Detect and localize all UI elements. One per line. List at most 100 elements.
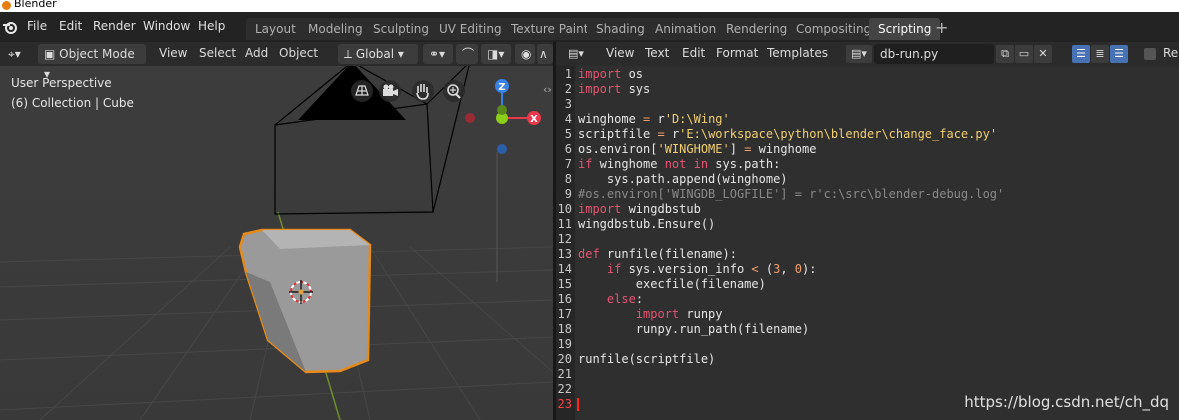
- line-number: 7: [564, 157, 572, 171]
- menu-window[interactable]: Window: [143, 19, 190, 33]
- line-number: 22: [557, 382, 572, 396]
- editor-menu-view[interactable]: View: [606, 46, 634, 60]
- line-number: 8: [564, 172, 572, 186]
- code-line-text: os.environ['WINGHOME'] = winghome: [578, 142, 817, 156]
- zoom-icon[interactable]: [443, 80, 465, 102]
- add-workspace-icon[interactable]: +: [935, 18, 948, 40]
- pivot-icon[interactable]: ⚭▾: [423, 44, 453, 64]
- pan-hand-icon[interactable]: [412, 80, 434, 102]
- code-line-text: import wingdbstub: [578, 202, 701, 216]
- camera-view-icon[interactable]: [379, 80, 401, 102]
- line-number: 12: [557, 232, 572, 246]
- text-cursor: [577, 398, 579, 411]
- line-number: 14: [557, 262, 572, 276]
- code-line-text: if winghome not in sys.path:: [578, 157, 781, 171]
- viewport-menu-select[interactable]: Select: [199, 46, 236, 60]
- line-number: 15: [557, 277, 572, 291]
- blender-logo-icon[interactable]: [2, 19, 18, 35]
- code-line-text: import sys: [578, 82, 651, 96]
- toggle-camera-view-icon[interactable]: [351, 80, 373, 102]
- line-number: 11: [557, 217, 572, 231]
- tab-compositing[interactable]: Compositing: [787, 18, 881, 40]
- menu-help[interactable]: Help: [198, 19, 225, 33]
- tab-texture-paint[interactable]: Texture Paint: [502, 18, 598, 40]
- register-checkbox[interactable]: [1144, 48, 1156, 60]
- code-line-text: scriptfile = r'E:\workspace\python\blend…: [578, 127, 998, 141]
- editor-menu-format[interactable]: Format: [716, 46, 758, 60]
- menu-render[interactable]: Render: [93, 19, 136, 33]
- orientation-icon: ⟂: [344, 47, 356, 61]
- 3d-viewport[interactable]: Z X ⌖▾ ▣ Object Mode ▾ View Select Add O…: [0, 42, 553, 420]
- viewport-menu-object[interactable]: Object: [279, 46, 318, 60]
- window-title: Blender: [14, 0, 57, 10]
- code-line-text: execfile(filename): [578, 277, 766, 291]
- editor-type-icon[interactable]: ⌖▾: [2, 44, 32, 64]
- register-label: Re: [1163, 46, 1179, 60]
- code-line-text: import runpy: [635, 307, 723, 321]
- navigation-gizmo[interactable]: Z X: [465, 79, 541, 154]
- sidebar-toggle-icon[interactable]: ‹›: [543, 83, 552, 96]
- viewport-collection-label: (6) Collection | Cube: [11, 96, 134, 110]
- viewport-header: ⌖▾ ▣ Object Mode ▾ View Select Add Objec…: [0, 42, 553, 81]
- line-number: 13: [557, 247, 572, 261]
- text-browse-icon[interactable]: ▤▾: [846, 45, 872, 63]
- text-filename-field[interactable]: db-run.py: [874, 44, 994, 64]
- tab-shading[interactable]: Shading: [587, 18, 654, 40]
- line-number: 10: [557, 202, 572, 216]
- editor-menu-edit[interactable]: Edit: [682, 46, 705, 60]
- editor-menu-text[interactable]: Text: [645, 46, 669, 60]
- text-editor[interactable]: ▤▾ View Text Edit Format Templates ▤▾ db…: [556, 42, 1179, 420]
- proportional-edit-icon[interactable]: ◉: [515, 44, 535, 64]
- line-number: 5: [564, 127, 572, 141]
- line-number: 17: [557, 307, 572, 321]
- transform-orientation-dropdown[interactable]: ⟂ Global ▾: [338, 44, 418, 64]
- code-line-text: def runfile(filename):: [578, 247, 737, 261]
- tab-scripting[interactable]: Scripting: [869, 18, 941, 40]
- tab-uv-editing[interactable]: UV Editing: [430, 18, 511, 40]
- code-line-text: else:: [606, 292, 644, 306]
- line-number: 2: [564, 82, 572, 96]
- code-line-text: runpy.run_path(filename): [578, 322, 810, 336]
- code-line-text: wingdbstub.Ensure(): [578, 217, 716, 231]
- falloff-icon[interactable]: ∧: [537, 44, 553, 64]
- text-editor-type-icon[interactable]: ▤▾: [560, 45, 592, 63]
- line-number: 3: [564, 97, 572, 111]
- viewport-menu-view[interactable]: View: [159, 46, 187, 60]
- orientation-label: Global: [355, 47, 395, 61]
- top-bar: File Edit Render Window Help Layout Mode…: [0, 12, 1179, 42]
- snap-target-icon[interactable]: ◨▾: [481, 44, 511, 64]
- unlink-text-icon[interactable]: ✕: [1034, 45, 1052, 63]
- tab-rendering[interactable]: Rendering: [717, 18, 797, 40]
- code-line-text: #os.environ['WINGDB_LOGFILE'] = r'c:\src…: [578, 187, 1005, 201]
- line-number: 1: [564, 67, 572, 81]
- code-line-text: sys.path.append(winghome): [578, 172, 788, 186]
- line-numbers-toggle-icon[interactable]: ☰: [1072, 45, 1090, 63]
- syntax-highlight-toggle-icon[interactable]: ☰: [1110, 45, 1128, 63]
- tab-layout[interactable]: Layout: [246, 18, 305, 40]
- object-mode-dropdown[interactable]: ▣ Object Mode ▾: [38, 44, 146, 81]
- blender-logo-icon: [2, 1, 11, 10]
- gizmo-x-label: X: [530, 114, 538, 125]
- tab-animation[interactable]: Animation: [646, 18, 726, 40]
- duplicate-text-icon[interactable]: ⧉: [996, 45, 1014, 63]
- snap-icon[interactable]: ⌒: [456, 44, 478, 64]
- line-number: 6: [564, 142, 572, 156]
- watermark: https://blog.csdn.net/ch_dq: [964, 393, 1169, 411]
- menu-file[interactable]: File: [27, 19, 47, 33]
- line-number: 18: [557, 322, 572, 336]
- word-wrap-toggle-icon[interactable]: ≣: [1091, 45, 1109, 63]
- line-number: 21: [557, 367, 572, 381]
- open-text-icon[interactable]: ▭: [1015, 45, 1033, 63]
- object-mode-label: Object Mode: [59, 47, 135, 61]
- line-number: 4: [564, 112, 572, 126]
- tab-modeling[interactable]: Modeling: [299, 18, 372, 40]
- editor-menu-templates[interactable]: Templates: [767, 46, 828, 60]
- viewport-menu-add[interactable]: Add: [245, 46, 268, 60]
- line-number: 16: [557, 292, 572, 306]
- tab-sculpting[interactable]: Sculpting: [364, 18, 439, 40]
- menu-edit[interactable]: Edit: [59, 19, 82, 33]
- line-number: 19: [557, 337, 572, 351]
- code-line-text: import os: [578, 67, 644, 81]
- current-line-number: 23: [557, 397, 572, 411]
- object-mode-icon: ▣: [44, 47, 60, 61]
